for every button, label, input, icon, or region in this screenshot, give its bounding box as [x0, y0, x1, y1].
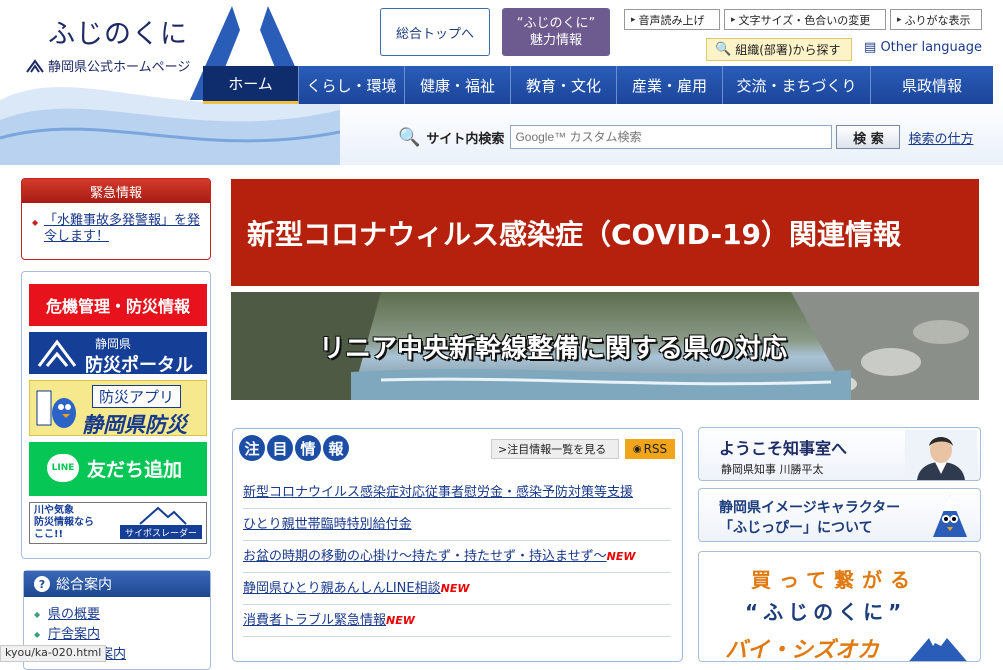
app-line2: 静岡県防災: [82, 413, 187, 437]
line-friend-text: 友だち追加: [87, 459, 183, 481]
news-item[interactable]: 新型コロナウイルス感染症対応従事者慰労金・感染予防対策等支援: [243, 477, 671, 509]
status-bar-url: kyou/ka-020.html: [0, 645, 107, 662]
org-search-label: 組織(部署)から探す: [735, 43, 841, 57]
nav-living-environment[interactable]: くらし・環境: [299, 66, 405, 104]
fujippy-mascot-icon: [933, 495, 967, 537]
title-char: 報: [323, 435, 349, 461]
featured-news-title: 注 目 情 報: [239, 435, 351, 461]
governor-name: 静岡県知事 川勝平太: [721, 463, 824, 476]
governor-title: ようこそ知事室へ: [719, 439, 848, 458]
fujinokuni-charm-button[interactable]: “ふじのくに” 魅力情報: [502, 8, 610, 56]
site-search-label: サイト内検索: [426, 131, 505, 147]
news-list: 新型コロナウイルス感染症対応従事者慰労金・感染予防対策等支援 ひとり親世帯臨時特…: [243, 477, 671, 637]
emergency-info-box: 緊急情報 「水難事故多発警報」を発令します！: [21, 178, 211, 260]
logo-subtitle-text: 静岡県公式ホームページ: [48, 60, 191, 75]
site-logo[interactable]: ふじのくに 静岡県公式ホームページ: [10, 4, 205, 100]
line-logo-icon: LINE: [47, 454, 79, 482]
river-radar-tag: サイポスレーダー: [120, 525, 202, 539]
title-char: 情: [295, 435, 321, 461]
new-badge: NEW: [606, 550, 636, 563]
nav-exchange-town[interactable]: 交流・まちづくり: [723, 66, 871, 104]
logo-subtitle: 静岡県公式ホームページ: [26, 56, 190, 75]
prefecture-emblem-icon: [26, 59, 44, 73]
rss-icon: ◉: [632, 443, 642, 455]
guide-link-office[interactable]: 庁舎案内: [24, 625, 210, 645]
guide-title-text: 総合案内: [56, 577, 112, 593]
title-char: 注: [239, 435, 265, 461]
disaster-banner-box: 危機管理・防災情報 静岡県 防災ポータル 防災アプリ 静岡県防災 LINE 友だ…: [21, 271, 211, 559]
app-line1: 防災アプリ: [92, 385, 182, 408]
org-search-button[interactable]: 🔍 組織(部署)から探す: [706, 38, 852, 61]
news-item-text: 新型コロナウイルス感染症対応従事者慰労金・感染予防対策等支援: [243, 485, 634, 500]
bousai-mascot-icon: [36, 390, 76, 428]
guide-title: ? 総合案内: [24, 571, 210, 597]
guide-link-overview[interactable]: 県の概要: [24, 605, 210, 625]
linear-shinkansen-banner[interactable]: リニア中央新幹線整備に関する県の対応: [231, 292, 979, 400]
global-nav: ホーム くらし・環境 健康・福祉 教育・文化 産業・雇用 交流・まちづくり 県政…: [203, 66, 993, 104]
document-icon: ▤: [864, 40, 877, 55]
other-language-link[interactable]: ▤ Other language: [864, 40, 982, 55]
news-item[interactable]: 静岡県ひとり親あんしんLINE相談NEW: [243, 573, 671, 605]
new-badge: NEW: [440, 582, 470, 595]
news-item[interactable]: ひとり親世帯臨時特別給付金: [243, 509, 671, 541]
portal-logo-icon: [37, 339, 77, 367]
search-submit-button[interactable]: 検 索: [836, 125, 901, 149]
voice-readout-button[interactable]: 音声読み上げ: [624, 9, 720, 30]
logo-title: ふじのくに: [48, 19, 188, 50]
other-language-label: Other language: [880, 40, 983, 55]
magnifier-icon: 🔍: [398, 126, 421, 148]
site-search-input[interactable]: [510, 125, 833, 149]
mount-fuji-icon: [909, 638, 967, 661]
governor-office-banner[interactable]: ようこそ知事室へ 静岡県知事 川勝平太: [698, 427, 981, 481]
question-icon: ?: [34, 576, 50, 592]
buy-line3: バイ・シズオカ: [725, 638, 880, 662]
buy-line2: “ふじのくに”: [745, 600, 907, 624]
site-search: 🔍 サイト内検索 検 索 検索の仕方: [398, 124, 973, 150]
emergency-title: 緊急情報: [22, 179, 210, 203]
furigana-button[interactable]: ふりがな表示: [890, 9, 982, 30]
new-badge: NEW: [386, 614, 415, 627]
linear-banner-text: リニア中央新幹線整備に関する県の対応: [319, 334, 788, 364]
news-item[interactable]: 消費者トラブル緊急情報NEW: [243, 605, 671, 637]
font-size-color-button[interactable]: 文字サイズ・色合いの変更: [724, 9, 886, 30]
search-icon: 🔍: [715, 42, 732, 57]
nav-prefectural-admin[interactable]: 県政情報: [871, 66, 993, 104]
nav-home[interactable]: ホーム: [203, 66, 299, 104]
buy-shizuoka-banner[interactable]: 買って繋がる “ふじのくに” バイ・シズオカ: [698, 551, 981, 662]
portal-line1: 静岡県: [95, 337, 132, 351]
rss-button[interactable]: ◉ RSS: [625, 439, 675, 459]
crisis-management-banner[interactable]: 危機管理・防災情報: [29, 284, 207, 326]
portal-top-button[interactable]: 総合トップへ: [380, 8, 490, 56]
nav-education-culture[interactable]: 教育・文化: [511, 66, 617, 104]
news-item-text: お盆の時期の移動の心掛け～持たず・持たせず・持込ませず～: [243, 549, 607, 564]
mascot-line2: 「ふじっぴー」について: [719, 520, 873, 536]
mountain-radar-icon: [139, 506, 187, 525]
charm-line1: “ふじのくに”: [516, 16, 596, 31]
featured-news-box: 注 目 情 報 >注目情報一覧を見る ◉ RSS 新型コロナウイルス感染症対応従…: [232, 428, 683, 662]
news-list-more-button[interactable]: >注目情報一覧を見る: [491, 439, 619, 459]
title-char: 目: [267, 435, 293, 461]
news-item-text: 静岡県ひとり親あんしんLINE相談: [243, 581, 441, 596]
covid-banner[interactable]: 新型コロナウィルス感染症（COVID-19）関連情報: [231, 179, 979, 286]
line-friend-banner[interactable]: LINE 友だち追加: [29, 442, 207, 496]
river-weather-banner[interactable]: 川や気象 防災情報なら ここ!! サイポスレーダー: [29, 502, 207, 544]
emergency-alert-link[interactable]: 「水難事故多発警報」を発令します！: [22, 203, 210, 245]
charm-line2: 魅力情報: [529, 33, 582, 48]
disaster-portal-banner[interactable]: 静岡県 防災ポータル: [29, 332, 207, 376]
search-help-link[interactable]: 検索の仕方: [908, 128, 973, 147]
disaster-app-banner[interactable]: 防災アプリ 静岡県防災: [29, 380, 207, 437]
news-item[interactable]: お盆の時期の移動の心掛け～持たず・持たせず・持込ませず～NEW: [243, 541, 671, 573]
portal-line2: 防災ポータル: [85, 355, 193, 376]
governor-portrait: [905, 430, 977, 480]
nav-health-welfare[interactable]: 健康・福祉: [405, 66, 511, 104]
river-weather-text: 川や気象 防災情報なら ここ!!: [34, 505, 94, 540]
buy-line1: 買って繋がる: [751, 568, 918, 592]
nav-industry-employment[interactable]: 産業・雇用: [617, 66, 723, 104]
news-item-text: 消費者トラブル緊急情報: [243, 613, 387, 628]
news-item-text: ひとり親世帯臨時特別給付金: [243, 517, 412, 532]
rss-label: RSS: [643, 442, 668, 456]
fujippy-mascot-banner[interactable]: 静岡県イメージキャラクター 「ふじっぴー」について: [698, 488, 981, 542]
site-header: ふじのくに 静岡県公式ホームページ 総合トップへ “ふじのくに” 魅力情報 音声…: [0, 0, 1003, 165]
mascot-line1: 静岡県イメージキャラクター: [719, 500, 901, 516]
